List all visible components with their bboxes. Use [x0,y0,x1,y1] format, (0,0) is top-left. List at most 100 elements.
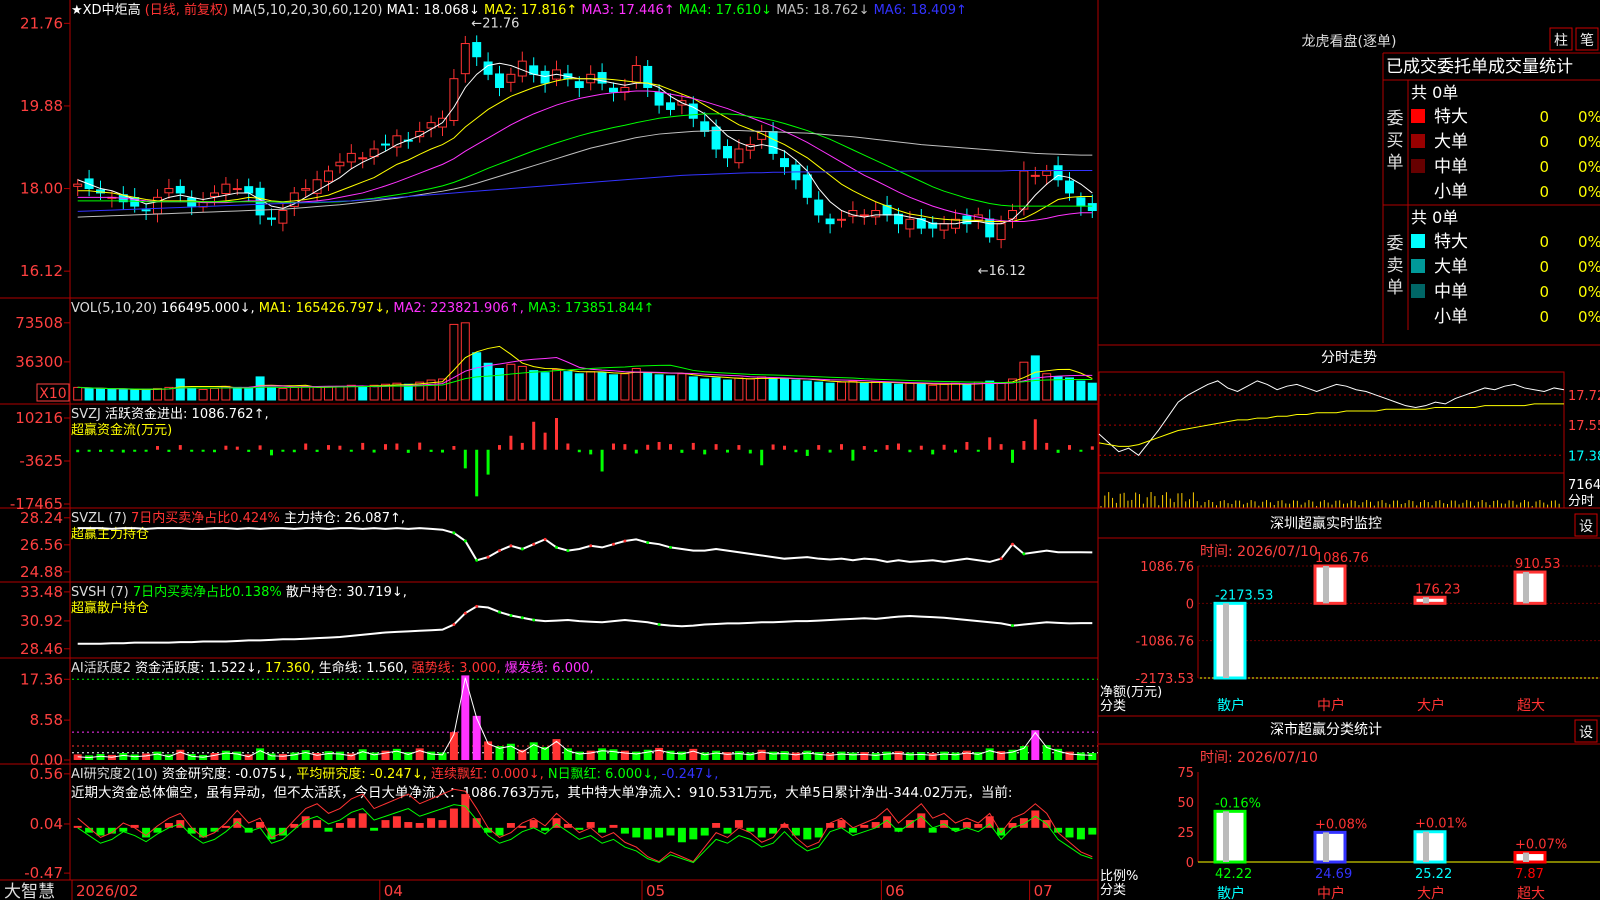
research-bar[interactable] [620,827,629,834]
flow-bar[interactable] [213,449,216,453]
research-bar[interactable] [221,825,230,828]
research-bar[interactable] [438,820,447,828]
volume-bar[interactable] [916,383,926,401]
flow-bar[interactable] [361,442,365,450]
flow-bar[interactable] [874,449,878,452]
flow-bar[interactable] [577,449,581,453]
flow-bar[interactable] [144,449,148,452]
volume-bar[interactable] [540,372,550,401]
research-bar[interactable] [643,827,652,840]
flow-bar[interactable] [258,445,262,450]
research-bar[interactable] [803,827,812,840]
volume-bar[interactable] [255,376,265,401]
flow-bar[interactable] [862,446,866,450]
activity-bar[interactable] [837,751,846,760]
activity-bar[interactable] [951,752,960,760]
activity-bar[interactable] [313,753,322,760]
activity-bar[interactable] [324,751,333,760]
activity-bar[interactable] [928,753,937,760]
candle-body[interactable] [164,188,174,194]
volume-bar[interactable] [278,387,288,401]
candle-body[interactable] [244,186,254,194]
candle-body[interactable] [346,152,356,163]
candle-body[interactable] [73,183,83,187]
flow-bar[interactable] [1068,445,1071,450]
activity-bar[interactable] [142,753,151,760]
flow-bar[interactable] [680,449,684,453]
flow-bar[interactable] [224,445,228,450]
candle-body[interactable] [1076,197,1086,207]
candle-body[interactable] [540,70,550,84]
research-bar[interactable] [427,818,436,828]
volume-bar[interactable] [187,387,197,401]
volume-bar[interactable] [335,385,345,401]
volume-bar[interactable] [745,378,755,401]
flow-bar[interactable] [87,449,91,452]
research-bar[interactable] [848,827,857,833]
volume-bar[interactable] [654,374,664,401]
volume-bar[interactable] [289,386,299,401]
volume-bar[interactable] [369,384,379,401]
volume-bar[interactable] [631,368,641,401]
research-bar[interactable] [529,820,538,828]
flow-bar[interactable] [270,449,273,456]
volume-bar[interactable] [597,372,607,401]
volume-bar[interactable] [951,382,960,401]
volume-bar[interactable] [1076,380,1086,401]
flow-bar[interactable] [247,449,251,452]
volume-bar[interactable] [780,378,789,401]
flow-bar[interactable] [1011,449,1014,463]
volume-bar[interactable] [973,381,983,401]
flow-bar[interactable] [452,446,456,450]
research-bar[interactable] [677,827,686,843]
research-bar[interactable] [757,827,766,838]
flow-bar[interactable] [805,449,809,456]
activity-bar[interactable] [449,732,458,760]
volume-bar[interactable] [871,381,881,401]
stats-bar[interactable] [1313,830,1347,864]
activity-bar[interactable] [734,751,743,760]
flow-bar[interactable] [338,445,342,450]
monitor-bar[interactable] [1213,601,1247,680]
candle-body[interactable] [996,223,1006,241]
candle-body[interactable] [654,92,664,106]
volume-bar[interactable] [244,387,254,401]
activity-bar[interactable] [826,753,835,760]
activity-bar[interactable] [757,749,766,760]
monitor-bar[interactable] [1413,595,1447,605]
activity-bar[interactable] [256,748,265,760]
flow-bar[interactable] [555,418,558,450]
candle-body[interactable] [825,218,835,225]
research-bar[interactable] [381,820,390,828]
candle-body[interactable] [802,174,812,198]
volume-bar[interactable] [84,387,94,401]
volume-bar[interactable] [483,362,493,401]
research-bar[interactable] [119,827,128,832]
volume-bar[interactable] [96,388,105,401]
flow-bar[interactable] [167,449,171,452]
flow-bar[interactable] [612,443,615,450]
volume-bar[interactable] [620,373,630,401]
activity-bar[interactable] [803,750,812,760]
flow-bar[interactable] [429,449,433,452]
volume-bar[interactable] [802,380,812,401]
volume-bar[interactable] [506,363,516,401]
candle-body[interactable] [1087,203,1097,212]
stats-bar[interactable] [1413,830,1447,864]
research-bar[interactable] [404,822,413,828]
flow-bar[interactable] [315,449,319,452]
volume-bar[interactable] [905,382,915,401]
flow-bar[interactable] [509,435,513,450]
flow-bar[interactable] [646,444,650,450]
research-bar[interactable] [575,827,584,830]
flow-bar[interactable] [760,449,764,466]
activity-bar[interactable] [871,753,880,760]
research-bar[interactable] [917,813,926,828]
volume-bar[interactable] [768,377,778,401]
volume-bar[interactable] [153,387,162,401]
flow-bar[interactable] [1045,442,1049,450]
flow-bar[interactable] [726,449,729,453]
candle-body[interactable] [506,73,516,83]
candle-body[interactable] [574,81,584,88]
candle-body[interactable] [1042,170,1052,176]
